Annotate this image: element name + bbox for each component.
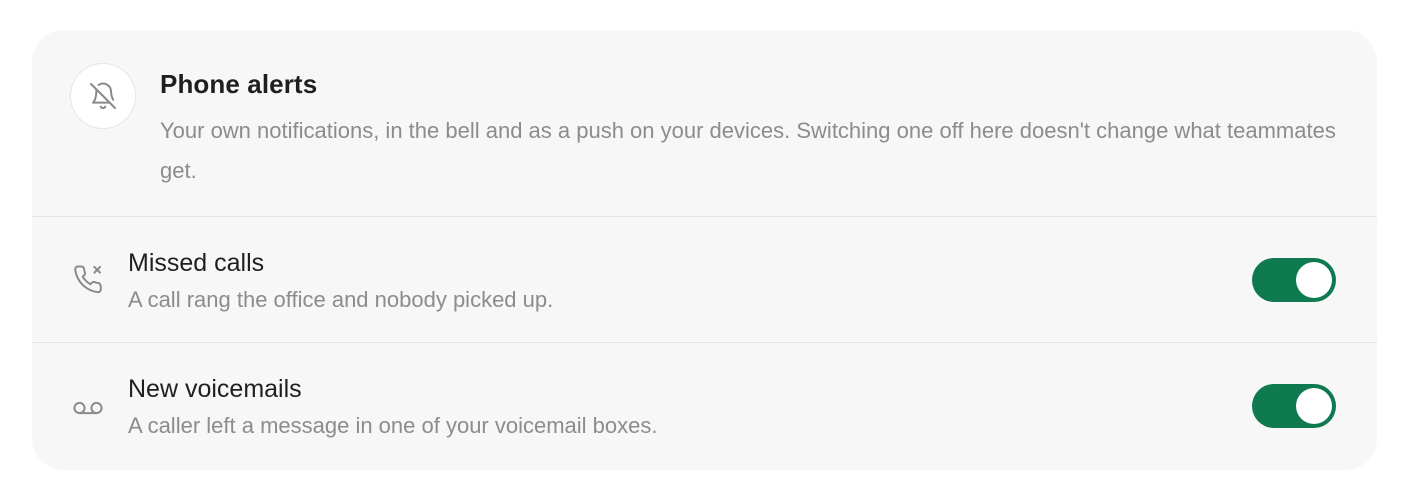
- missed-calls-toggle[interactable]: [1252, 258, 1336, 302]
- section-description: Your own notifications, in the bell and …: [160, 118, 1336, 183]
- setting-row-new-voicemails: New voicemails A caller left a message i…: [32, 343, 1377, 470]
- setting-title: Missed calls: [128, 249, 265, 277]
- toggle-knob: [1296, 388, 1332, 424]
- phone-alerts-header: Phone alerts Your own notifications, in …: [32, 30, 1377, 217]
- setting-description: A caller left a message in one of your v…: [128, 413, 658, 438]
- section-title: Phone alerts: [160, 69, 318, 99]
- setting-description: A call rang the office and nobody picked…: [128, 287, 554, 312]
- phone-missed-icon: [70, 261, 106, 297]
- phone-alerts-card: Phone alerts Your own notifications, in …: [32, 30, 1377, 470]
- setting-title: New voicemails: [128, 375, 302, 403]
- new-voicemails-toggle[interactable]: [1252, 384, 1336, 428]
- setting-row-missed-calls: Missed calls A call rang the office and …: [32, 217, 1377, 343]
- bell-off-icon: [70, 63, 136, 129]
- toggle-knob: [1296, 262, 1332, 298]
- voicemail-icon: [70, 390, 106, 426]
